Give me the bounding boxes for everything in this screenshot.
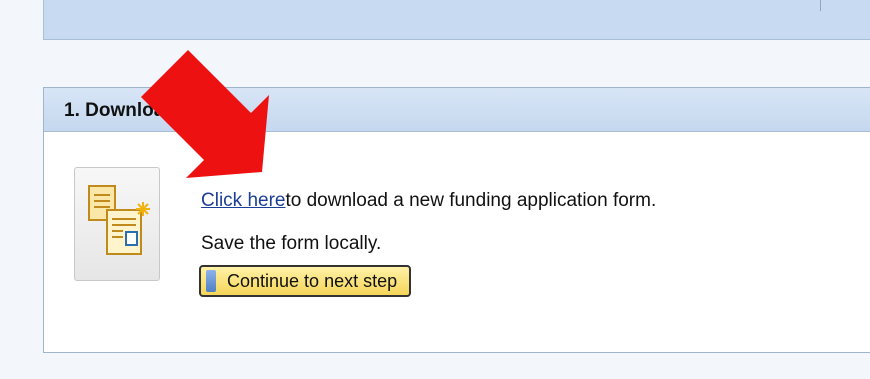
top-panel [43,0,870,40]
download-form-section: 1. Download form Click hereto download a… [43,87,870,353]
document-tile [74,167,160,281]
document-new-icon [88,185,150,255]
continue-button[interactable]: Continue to next step [199,265,412,297]
download-instruction: Click hereto download a new funding appl… [201,190,656,212]
click-here-link[interactable]: Click here [201,190,285,211]
download-instruction-text: to download a new funding application fo… [285,190,657,211]
section-title: 1. Download form [64,100,224,121]
top-panel-divider [820,0,821,11]
section-header: 1. Download form [44,88,870,132]
save-instruction: Save the form locally. [201,233,382,254]
